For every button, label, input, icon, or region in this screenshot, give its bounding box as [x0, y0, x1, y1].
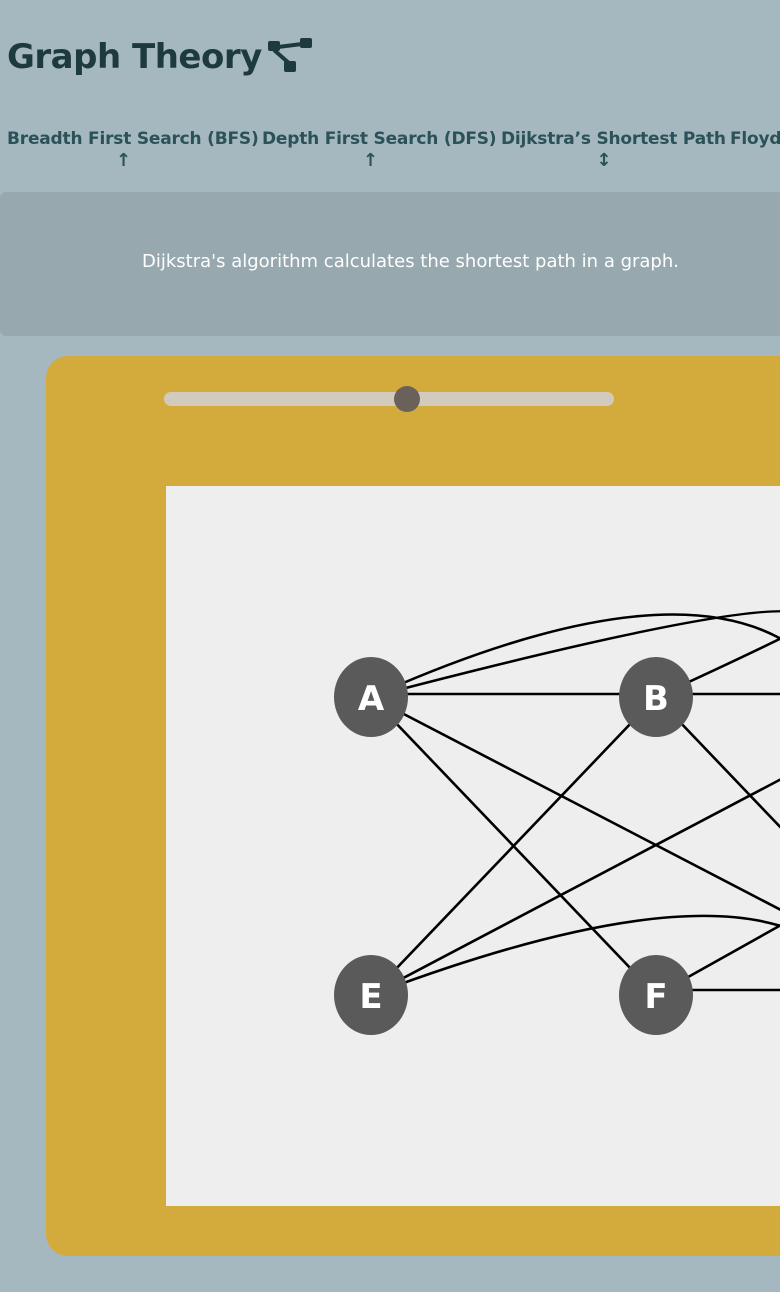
node-label: E	[359, 977, 382, 1017]
tab-dijkstra[interactable]: Dijkstra’s Shortest Path ↕	[501, 127, 726, 171]
sort-updown-icon: ↕	[596, 150, 612, 171]
speed-slider[interactable]	[164, 385, 614, 413]
graph-nodes-icon	[267, 38, 312, 72]
tab-dfs[interactable]: Depth First Search (DFS) ↑	[262, 127, 497, 171]
tab-dijkstra-label: Dijkstra’s Shortest Path	[501, 129, 726, 149]
graph-node-f[interactable]: F	[619, 955, 693, 1035]
graph-svg: A B E F	[334, 609, 780, 1035]
app-header: Graph Theory	[7, 34, 314, 80]
algorithm-nav: Breadth First Search (BFS) ↑ Depth First…	[0, 127, 780, 179]
graph-node-e[interactable]: E	[334, 955, 408, 1035]
graph-node-b[interactable]: B	[619, 657, 693, 737]
tab-floyd-label: Floyd-	[730, 129, 780, 149]
graph-node-a[interactable]: A	[334, 657, 408, 737]
node-label: F	[644, 977, 667, 1017]
edge-a-offscreen-2	[370, 609, 780, 699]
tab-bfs-label: Breadth First Search (BFS)	[7, 129, 259, 149]
app-title: Graph Theory	[7, 37, 262, 77]
node-label: A	[358, 679, 385, 719]
graph-edges	[370, 609, 780, 997]
slider-thumb[interactable]	[394, 386, 420, 412]
edge-a-offscreen-3	[370, 613, 780, 699]
sort-up-icon: ↑	[362, 150, 379, 171]
edge-a-offscreen-1	[370, 695, 780, 911]
tab-dfs-label: Depth First Search (DFS)	[262, 129, 497, 149]
graph-canvas[interactable]: A B E F	[166, 486, 780, 1206]
tab-floyd-warshall[interactable]: Floyd-	[730, 127, 780, 151]
slider-track[interactable]	[164, 392, 614, 406]
algorithm-description: Dijkstra's algorithm calculates the shor…	[142, 251, 679, 272]
sort-up-icon: ↑	[115, 150, 132, 171]
edge-e-offscreen-2	[370, 914, 780, 997]
node-label: B	[643, 679, 669, 719]
tab-bfs[interactable]: Breadth First Search (BFS) ↑	[7, 127, 259, 171]
